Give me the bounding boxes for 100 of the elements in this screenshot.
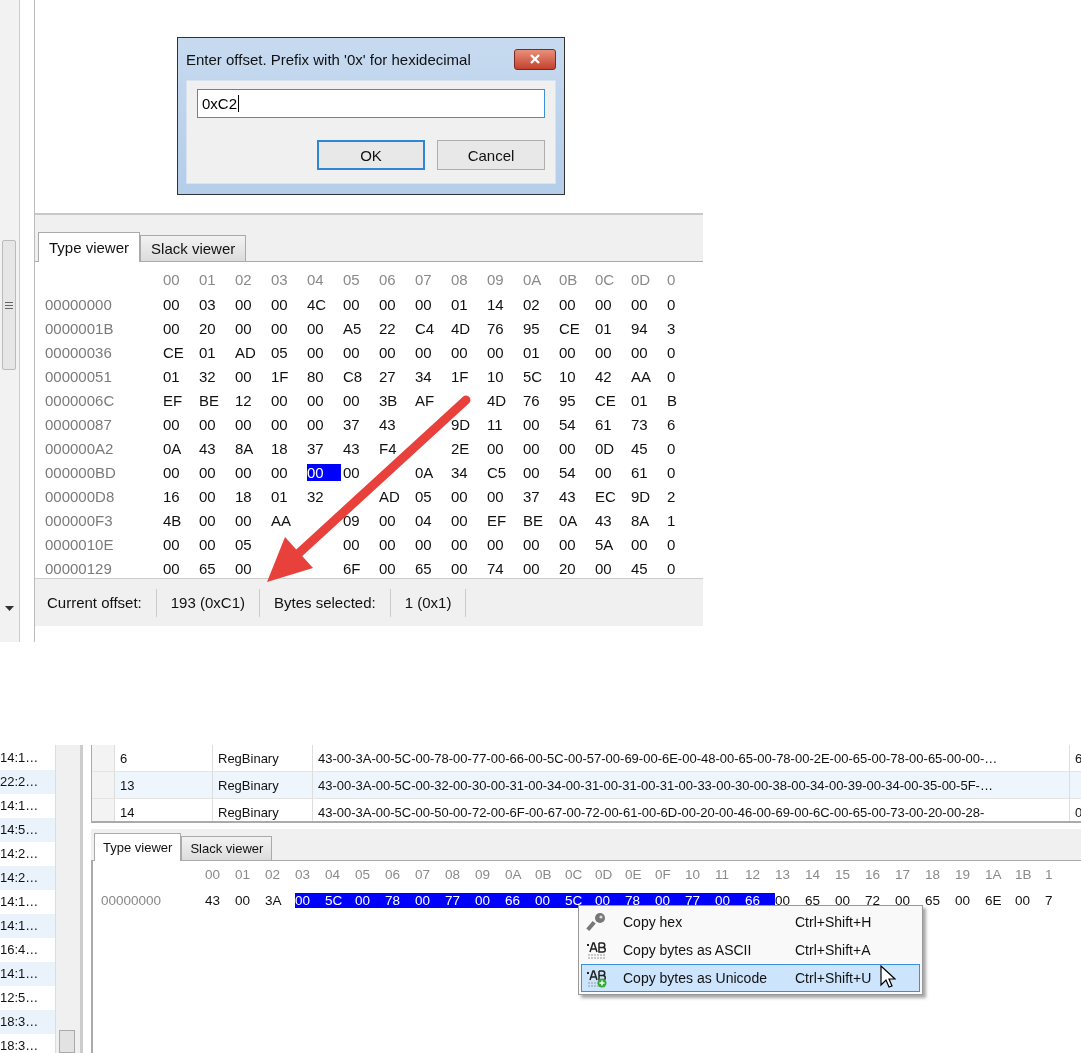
hex-byte[interactable]: 00 (523, 463, 540, 481)
hex-byte[interactable]: 00 (451, 559, 468, 577)
hex-byte[interactable]: 01 (271, 487, 288, 505)
hex-byte[interactable]: 00 (271, 415, 288, 433)
hex-byte[interactable]: 61 (595, 415, 612, 433)
hex-byte[interactable]: 01 (451, 295, 468, 313)
hex-byte[interactable]: 5C (325, 892, 355, 908)
hex-byte[interactable]: 0A (163, 439, 182, 457)
hex-byte[interactable]: 09 (343, 511, 360, 529)
hex-byte[interactable]: 01 (523, 343, 540, 361)
hex-byte[interactable]: 00 (163, 559, 180, 577)
scrollbar-thumb[interactable] (59, 1030, 75, 1053)
hex-byte[interactable]: 32 (307, 487, 324, 505)
hex-byte[interactable]: 00 (307, 343, 324, 361)
hex-byte[interactable]: B (667, 391, 677, 409)
hex-byte[interactable]: 8A (631, 511, 650, 529)
hex-byte[interactable]: 00 (895, 892, 911, 908)
hex-byte[interactable]: 0 (667, 367, 676, 385)
hex-byte[interactable]: 00 (235, 559, 252, 577)
hex-byte[interactable]: 00 (835, 892, 851, 908)
offset-input-field[interactable]: 0xC2 (197, 89, 545, 118)
hex-byte[interactable]: 66 (505, 892, 535, 908)
hex-byte[interactable]: 6 (667, 415, 676, 433)
hex-byte[interactable]: 43 (559, 487, 576, 505)
close-button[interactable] (514, 48, 556, 70)
hex-byte[interactable]: 00 (559, 439, 576, 457)
hex-byte[interactable]: 18 (271, 439, 288, 457)
hex-byte[interactable]: 27 (379, 367, 396, 385)
hex-byte[interactable]: 00 (307, 391, 324, 409)
hex-byte[interactable]: 00 (271, 319, 288, 337)
hex-byte[interactable]: 00 (235, 295, 252, 313)
hex-byte[interactable]: C8 (343, 367, 363, 385)
hex-byte[interactable]: 76 (487, 319, 504, 337)
hex-byte[interactable]: 8A (235, 439, 254, 457)
scrollbar[interactable] (55, 745, 83, 1053)
hex-byte[interactable]: 43 (199, 439, 216, 457)
hex-byte[interactable]: AA (631, 367, 651, 385)
tab[interactable]: Type viewer (38, 232, 141, 262)
hex-byte[interactable]: 00 (343, 343, 360, 361)
hex-byte[interactable]: 14 (487, 295, 504, 313)
hex-byte[interactable]: AD (379, 487, 400, 505)
hex-byte[interactable]: 01 (631, 391, 648, 409)
hex-byte[interactable]: 00 (559, 535, 576, 553)
hex-byte[interactable]: 95 (523, 319, 540, 337)
hex-byte[interactable]: 00 (271, 463, 288, 481)
hex-byte[interactable]: 00 (163, 535, 180, 553)
hex-byte[interactable]: 00 (379, 511, 396, 529)
hex-byte[interactable]: 00 (307, 415, 324, 433)
hex-byte[interactable]: 7 (1045, 892, 1053, 908)
hex-byte[interactable]: 00 (199, 415, 216, 433)
hex-byte[interactable]: 05 (271, 343, 288, 361)
hex-byte[interactable]: 54 (559, 415, 576, 433)
cancel-button[interactable]: Cancel (437, 140, 545, 170)
hex-byte[interactable]: 9D (451, 415, 471, 433)
hex-byte[interactable]: 11 (487, 415, 503, 433)
hex-byte[interactable]: 20 (199, 319, 216, 337)
hex-byte[interactable]: 65 (925, 892, 941, 908)
hex-byte[interactable]: 00 (379, 343, 396, 361)
hex-byte[interactable]: 6E (985, 892, 1002, 908)
hex-byte[interactable]: 9D (631, 487, 651, 505)
hex-byte[interactable]: 3B (379, 391, 398, 409)
hex-byte[interactable]: 77 (445, 892, 475, 908)
hex-byte[interactable]: 18 (235, 487, 252, 505)
hex-byte[interactable]: 16 (163, 487, 180, 505)
hex-byte[interactable]: 00 (535, 892, 565, 908)
hex-byte[interactable]: 00 (199, 511, 216, 529)
hex-byte[interactable]: 00 (199, 463, 216, 481)
hex-byte[interactable]: 00 (523, 535, 540, 553)
menu-item[interactable]: Copy hex Ctrl+Shift+H (581, 908, 920, 936)
hex-byte[interactable]: 0 (667, 295, 676, 313)
hex-byte[interactable]: 54 (559, 463, 576, 481)
hex-byte[interactable]: 3A (265, 892, 282, 908)
hex-byte[interactable]: 0A (559, 511, 578, 529)
hex-byte[interactable]: 00 (451, 487, 468, 505)
hex-byte[interactable]: 00 (487, 343, 504, 361)
hex-byte[interactable]: 00 (955, 892, 971, 908)
hex-byte[interactable]: 00 (475, 892, 505, 908)
hex-byte[interactable]: 37 (307, 439, 324, 457)
hex-byte[interactable]: 95 (559, 391, 576, 409)
hex-byte[interactable]: 02 (523, 295, 540, 313)
hex-byte[interactable]: 12 (235, 391, 252, 409)
tab[interactable]: Slack viewer (181, 836, 273, 860)
hex-byte[interactable]: 00 (271, 295, 288, 313)
hex-byte[interactable]: 00 (163, 295, 180, 313)
hex-byte[interactable]: 43 (205, 892, 221, 908)
hex-byte[interactable]: 00 (163, 415, 180, 433)
hex-byte[interactable]: 0D (595, 439, 615, 457)
hex-byte[interactable]: 42 (595, 367, 612, 385)
hex-byte[interactable]: 32 (199, 367, 216, 385)
hex-byte[interactable]: CE (595, 391, 616, 409)
hex-byte[interactable]: 00 (775, 892, 791, 908)
hex-byte[interactable]: 00 (271, 391, 288, 409)
hex-byte[interactable]: BE (523, 511, 543, 529)
hex-byte[interactable]: 45 (631, 559, 648, 577)
hex-byte[interactable]: EC (595, 487, 616, 505)
hex-byte[interactable]: EF (163, 391, 183, 409)
hex-byte[interactable]: 00 (631, 343, 648, 361)
hex-byte[interactable]: 43 (343, 439, 360, 457)
hex-byte[interactable]: 01 (595, 319, 612, 337)
scroll-down-arrow-icon[interactable] (5, 606, 14, 611)
